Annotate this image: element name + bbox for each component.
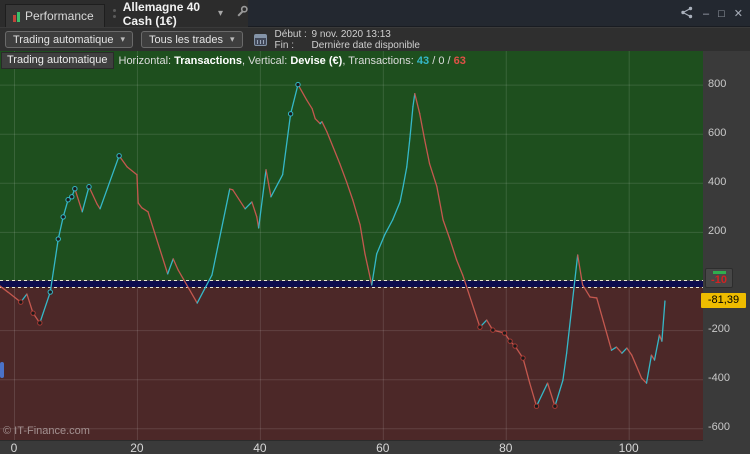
calendar-icon[interactable] <box>254 34 267 46</box>
y-tick-label: 600 <box>708 127 726 139</box>
tab-performance[interactable]: Performance <box>5 4 105 27</box>
wins-count: 43 <box>417 55 429 67</box>
x-tick-label: 80 <box>493 441 519 454</box>
date-end-label: Fin : <box>275 40 312 51</box>
wrench-icon[interactable] <box>235 5 248 23</box>
level-badge: -10 <box>705 268 733 288</box>
chevron-down-icon: ▾ <box>121 34 126 45</box>
y-axis: -10 -81,39 800 600 400 200 -200 -400 -600 <box>703 51 750 440</box>
title-bar: Performance Allemagne 40 Cash (1€) ▾ <box>0 0 750 27</box>
vertical-value: Devise (€) <box>290 55 342 67</box>
chevron-down-icon: ▾ <box>230 34 235 45</box>
drag-handle-icon[interactable] <box>113 9 116 18</box>
x-tick-label: 20 <box>124 441 150 454</box>
y-tick-label: -600 <box>708 421 730 433</box>
y-tick-label: 200 <box>708 225 726 237</box>
share-icon[interactable] <box>680 6 694 22</box>
date-start-value: 9 nov. 2020 13:13 <box>312 29 391 40</box>
chart-header-text: Horizontal: Transactions, Vertical: Devi… <box>119 55 466 67</box>
losses-count: 63 <box>454 55 466 67</box>
instrument-dropdown[interactable]: Allemagne 40 Cash (1€) ▾ <box>123 0 223 28</box>
strategy-dropdown-label: Trading automatique <box>13 34 114 46</box>
candlestick-icon <box>13 11 20 22</box>
date-start-label: Début : <box>275 29 312 40</box>
x-tick-label: 0 <box>1 441 27 454</box>
date-end-value: Dernière date disponible <box>312 40 420 51</box>
last-value-badge: -81,39 <box>701 293 746 308</box>
chart-plot-area: Trading automatique Horizontal: Transact… <box>0 51 703 440</box>
x-tick-label: 60 <box>370 441 396 454</box>
chart-toolbar: Trading automatique ▾ Tous les trades ▾ … <box>0 28 750 51</box>
level-badge-value: -10 <box>706 275 732 286</box>
y-tick-label: 400 <box>708 176 726 188</box>
y-tick-label: -400 <box>708 372 730 384</box>
y-tick-label: 800 <box>708 78 726 90</box>
equity-chart[interactable] <box>0 51 703 440</box>
close-button[interactable]: ✕ <box>734 9 743 20</box>
strategy-chip: Trading automatique <box>1 52 114 69</box>
x-tick-label: 40 <box>247 441 273 454</box>
date-range: Début :9 nov. 2020 13:13 Fin :Dernière d… <box>275 29 420 51</box>
minimize-button[interactable]: – <box>703 9 709 20</box>
left-edge-marker <box>0 362 4 378</box>
date-start-row: Début :9 nov. 2020 13:13 <box>275 29 420 40</box>
window-controls: – □ ✕ <box>680 6 743 22</box>
trades-filter-label: Tous les trades <box>149 34 223 46</box>
tab-bar: Performance Allemagne 40 Cash (1€) ▾ <box>0 0 248 27</box>
trades-filter-dropdown[interactable]: Tous les trades ▾ <box>141 31 243 48</box>
maximize-button[interactable]: □ <box>718 9 725 20</box>
strategy-dropdown[interactable]: Trading automatique ▾ <box>5 31 133 48</box>
date-end-row: Fin :Dernière date disponible <box>275 40 420 51</box>
horizontal-value: Transactions <box>174 55 242 67</box>
chevron-down-icon: ▾ <box>218 8 223 19</box>
tab-performance-label: Performance <box>25 9 94 23</box>
y-tick-label: -200 <box>708 323 730 335</box>
performance-window: Performance Allemagne 40 Cash (1€) ▾ <box>0 0 750 454</box>
instrument-label: Allemagne 40 Cash (1€) <box>123 0 213 28</box>
x-tick-label: 100 <box>616 441 642 454</box>
copyright-label: © IT-Finance.com <box>3 425 90 437</box>
x-axis: 0 20 40 60 80 100 <box>0 440 703 454</box>
chart-header: Trading automatique Horizontal: Transact… <box>1 52 466 69</box>
